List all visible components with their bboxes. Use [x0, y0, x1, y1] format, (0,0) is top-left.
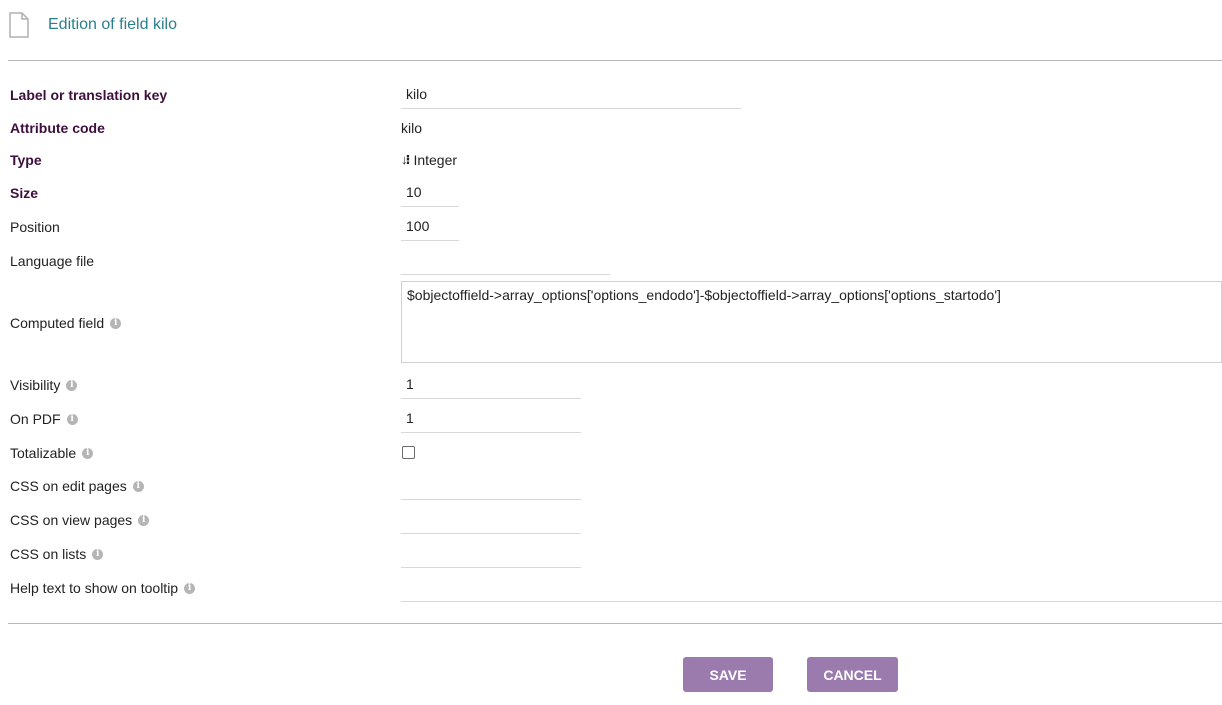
info-icon[interactable]: i [132, 480, 144, 492]
info-icon[interactable]: i [82, 447, 94, 459]
totalizable-label-container: Totalizable i [10, 443, 94, 463]
language-file-label: Language file [10, 253, 95, 269]
divider [8, 623, 1222, 624]
document-icon [9, 12, 29, 38]
computed-field-label-container: Computed field i [10, 313, 122, 333]
on-pdf-input[interactable] [401, 403, 581, 433]
attribute-code-value: kilo [401, 120, 423, 136]
css-edit-input[interactable] [401, 470, 581, 500]
on-pdf-label-container: On PDF i [10, 409, 78, 429]
label-translation-key-input[interactable] [401, 79, 741, 109]
totalizable-checkbox[interactable] [402, 446, 415, 459]
info-icon[interactable]: i [110, 317, 122, 329]
css-lists-input[interactable] [401, 538, 581, 568]
info-icon[interactable]: i [66, 379, 78, 391]
css-lists-label-container: CSS on lists i [10, 544, 104, 564]
type-value: Integer [413, 152, 458, 168]
css-view-label-container: CSS on view pages i [10, 510, 150, 530]
info-icon[interactable]: i [92, 548, 104, 560]
info-icon[interactable]: i [66, 413, 78, 425]
type-value-container: ↓⁝ Integer [401, 150, 457, 170]
visibility-input[interactable] [401, 369, 581, 399]
help-text-label-container: Help text to show on tooltip i [10, 578, 196, 598]
language-file-input[interactable] [401, 245, 610, 275]
cancel-button[interactable]: CANCEL [807, 657, 898, 692]
position-label: Position [10, 219, 60, 235]
page-title: Edition of field kilo [48, 16, 177, 33]
css-edit-label: CSS on edit pages [10, 478, 127, 494]
help-text-label: Help text to show on tooltip [10, 580, 179, 596]
totalizable-label: Totalizable [10, 445, 77, 461]
on-pdf-label: On PDF [10, 411, 61, 427]
attribute-code-label: Attribute code [10, 120, 105, 136]
size-label: Size [10, 185, 39, 201]
info-icon[interactable]: i [138, 514, 150, 526]
css-edit-label-container: CSS on edit pages i [10, 476, 144, 496]
info-icon[interactable]: i [184, 582, 196, 594]
type-label: Type [10, 152, 42, 168]
page-header: Edition of field kilo [8, 10, 177, 40]
position-input[interactable] [401, 211, 459, 241]
help-text-input[interactable] [401, 572, 1222, 602]
size-input[interactable] [401, 177, 459, 207]
css-lists-label: CSS on lists [10, 546, 87, 562]
css-view-input[interactable] [401, 504, 581, 534]
computed-field-label: Computed field [10, 315, 105, 331]
label-translation-key-label: Label or translation key [10, 87, 168, 103]
sort-numeric-icon: ↓⁝ [401, 152, 411, 167]
visibility-label-container: Visibility i [10, 375, 78, 395]
visibility-label: Visibility [10, 377, 61, 393]
css-view-label: CSS on view pages [10, 512, 133, 528]
computed-field-textarea[interactable]: $objectoffield->array_options['options_e… [401, 281, 1222, 363]
divider [8, 60, 1222, 61]
save-button[interactable]: SAVE [683, 657, 773, 692]
